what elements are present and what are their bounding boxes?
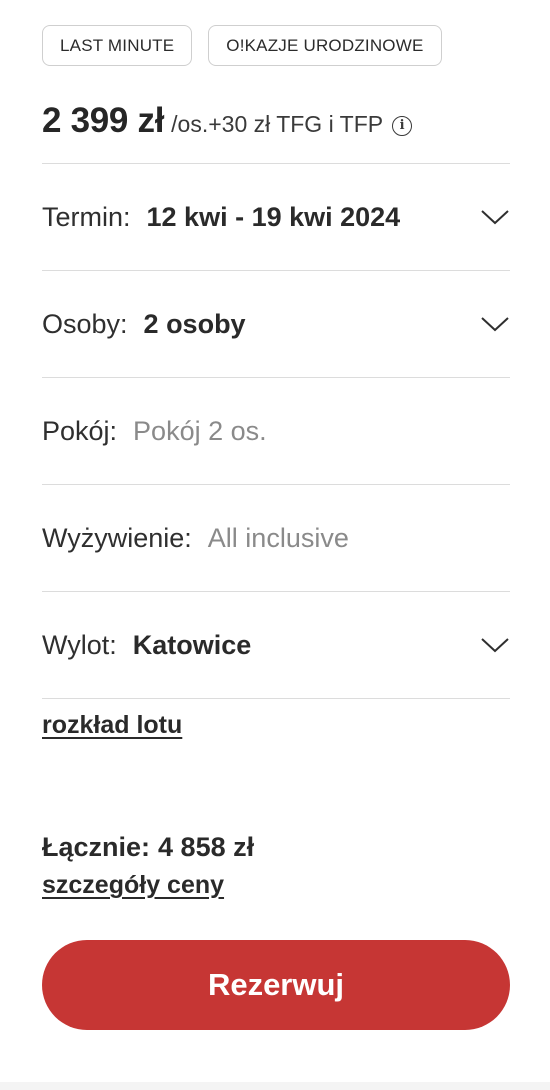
tag-birthday-deals[interactable]: O!KAZJE URODZINOWE [208, 25, 442, 66]
persons-label: Osoby: [42, 308, 128, 339]
term-label: Termin: [42, 201, 131, 232]
offer-summary-panel: LAST MINUTE O!KAZJE URODZINOWE 2 399 zł … [42, 25, 510, 1030]
divider [42, 698, 510, 699]
room-row: Pokój: Pokój 2 os. [42, 378, 510, 484]
total-price: Łącznie: 4 858 zł [42, 832, 510, 863]
info-circle-icon[interactable]: i [392, 115, 413, 136]
chevron-down-icon[interactable] [480, 207, 510, 227]
departure-label: Wylot: [42, 629, 117, 660]
price-extra-fees: +30 zł TFG i TFP [208, 111, 384, 137]
term-value: 12 kwi - 19 kwi 2024 [146, 201, 401, 232]
bottom-strip [0, 1082, 550, 1090]
book-button[interactable]: Rezerwuj [42, 940, 510, 1030]
persons-selector[interactable]: Osoby: 2 osoby [42, 271, 510, 377]
room-label: Pokój: [42, 415, 118, 446]
total-label: Łącznie: [42, 832, 151, 862]
total-value: 4 858 zł [158, 832, 255, 862]
board-value: All inclusive [207, 522, 349, 553]
persons-value: 2 osoby [143, 308, 246, 339]
flight-schedule-link[interactable]: rozkład lotu [42, 711, 182, 740]
price-per-unit: /os. [171, 111, 209, 137]
departure-value: Katowice [132, 629, 252, 660]
board-row: Wyżywienie: All inclusive [42, 485, 510, 591]
departure-selector[interactable]: Wylot: Katowice [42, 592, 510, 698]
price-row: 2 399 zł /os. +30 zł TFG i TFP i [42, 101, 510, 141]
term-selector[interactable]: Termin: 12 kwi - 19 kwi 2024 [42, 164, 510, 270]
tag-last-minute[interactable]: LAST MINUTE [42, 25, 193, 66]
price-details-link[interactable]: szczegóły ceny [42, 871, 224, 900]
board-label: Wyżywienie: [42, 522, 192, 553]
room-value: Pokój 2 os. [133, 415, 267, 446]
chevron-down-icon[interactable] [480, 314, 510, 334]
price-per-person: 2 399 zł [42, 101, 165, 140]
tag-list: LAST MINUTE O!KAZJE URODZINOWE [42, 25, 510, 68]
chevron-down-icon[interactable] [480, 635, 510, 655]
